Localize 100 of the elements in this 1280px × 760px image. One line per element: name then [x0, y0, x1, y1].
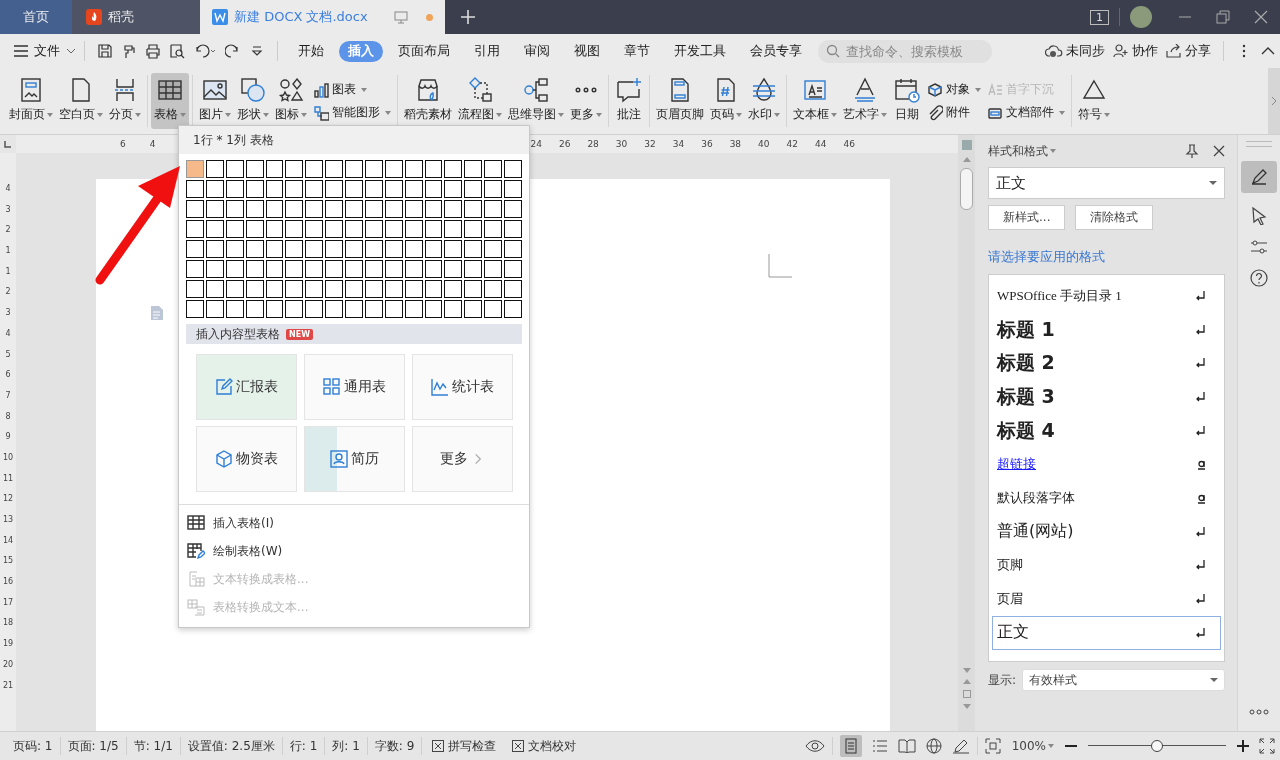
section-title: 插入内容型表格: [196, 325, 280, 343]
grid-size-label: 1行 * 1列 表格: [179, 126, 529, 154]
status-text: 行: 1: [288, 737, 319, 755]
document-tab[interactable]: 新建 DOCX 文档.docx: [200, 0, 445, 34]
ruler-number: 5: [5, 348, 11, 361]
ribbon-button[interactable]: 日期: [890, 73, 924, 129]
style-item[interactable]: 页脚: [992, 548, 1221, 583]
status-button[interactable]: 文档校对: [512, 737, 577, 755]
ribbon-button[interactable]: 水印: [745, 73, 783, 129]
ribbon-button[interactable]: 页眉页脚: [653, 73, 707, 129]
ruler-number: 8: [5, 410, 11, 423]
ruler-number: 4: [5, 327, 11, 340]
style-item[interactable]: WPSOffice 手动目录 1: [992, 279, 1221, 313]
ruler-number: 21: [2, 679, 14, 692]
ribbon-button[interactable]: 分页: [106, 73, 144, 129]
ruler-number: 19: [2, 638, 14, 651]
ribbon-button[interactable]: 文档部件: [987, 104, 1065, 121]
show-dropdown[interactable]: 有效样式: [1022, 669, 1225, 691]
style-item[interactable]: 超链接: [992, 447, 1221, 482]
status-text: 节: 1/1: [132, 737, 174, 755]
ruler-number: 28: [587, 139, 599, 149]
ribbon-button[interactable]: 页码: [707, 73, 745, 129]
document-tab[interactable]: 首页: [0, 0, 72, 34]
ruler-number: 9: [5, 431, 11, 444]
template-card[interactable]: 更多: [412, 426, 513, 492]
ribbon-tab[interactable]: 引用: [465, 40, 509, 62]
status-text: 页面: 1/5: [66, 737, 120, 755]
ruler-number: 24: [530, 139, 542, 149]
ribbon-button[interactable]: 空白页: [56, 73, 106, 129]
ribbon-button[interactable]: 符号: [1075, 73, 1113, 129]
ribbon-button[interactable]: 稻壳素材: [401, 73, 455, 129]
ribbon-tab[interactable]: 开始: [289, 40, 333, 62]
panel-button[interactable]: 清除格式: [1075, 205, 1154, 230]
ribbon-button[interactable]: 表格: [151, 73, 189, 129]
status-button[interactable]: 拼写检查: [432, 737, 497, 755]
ribbon-tab[interactable]: 开发工具: [665, 40, 735, 62]
style-item[interactable]: 标题 1: [992, 312, 1221, 347]
panel-title[interactable]: 样式和格式: [988, 142, 1056, 160]
file-menu-button[interactable]: 文件: [14, 42, 76, 60]
ruler-number: 14: [2, 534, 14, 547]
ribbon-tab[interactable]: 页面布局: [389, 40, 459, 62]
ruler-number: 11: [2, 472, 14, 485]
menu-item[interactable]: 插入表格(I): [179, 509, 529, 537]
ribbon-button[interactable]: 更多: [567, 73, 605, 129]
ruler-number: 13: [2, 514, 14, 526]
ruler-number: 3: [5, 307, 11, 320]
status-text: 页码: 1: [12, 737, 54, 755]
toolbar-button[interactable]: 未同步: [1045, 42, 1105, 60]
ribbon-button[interactable]: 附件: [927, 104, 981, 121]
ruler-number: 40: [758, 139, 770, 149]
template-card[interactable]: 汇报表: [196, 354, 297, 420]
ribbon-button[interactable]: 封面页: [6, 73, 56, 129]
style-item[interactable]: 正文: [992, 615, 1221, 650]
window-count-button[interactable]: 1: [1090, 9, 1109, 25]
search-field[interactable]: 查找命令、搜索模板: [818, 39, 992, 63]
style-item[interactable]: 标题 4: [992, 413, 1221, 448]
menu-item[interactable]: 绘制表格(W): [179, 537, 529, 565]
ribbon-button[interactable]: 艺术字: [840, 73, 890, 129]
toolbar-button[interactable]: 分享: [1166, 42, 1211, 60]
status-text: 字数: 9: [373, 737, 416, 755]
style-item[interactable]: 标题 3: [992, 380, 1221, 414]
ruler-number: 26: [558, 139, 571, 149]
ruler-number: 2: [5, 286, 11, 299]
ruler-number: 7: [5, 389, 11, 402]
ruler-number: 6: [120, 139, 126, 149]
style-item[interactable]: 标题 2: [992, 346, 1221, 381]
ribbon-button[interactable]: 对象: [927, 81, 981, 98]
zoom-dropdown[interactable]: 100%: [1011, 739, 1054, 753]
ribbon-button[interactable]: 图表: [313, 81, 391, 98]
ruler-number: 1: [5, 245, 11, 258]
ribbon-tab[interactable]: 章节: [615, 40, 659, 62]
toolbar-button[interactable]: 协作: [1113, 42, 1158, 60]
template-card[interactable]: 简历: [304, 426, 405, 492]
ruler-number: 3: [5, 203, 11, 216]
template-card[interactable]: 统计表: [412, 354, 513, 420]
ruler-number: 1: [5, 265, 11, 278]
ruler-number: 36: [701, 139, 713, 149]
style-item[interactable]: 页眉: [992, 582, 1221, 616]
style-item[interactable]: 默认段落字体: [992, 481, 1221, 515]
ruler-number: 20: [2, 658, 14, 671]
template-card[interactable]: 通用表: [304, 354, 405, 420]
ribbon-tab[interactable]: 审阅: [515, 40, 559, 62]
new-badge: NEW: [286, 328, 313, 340]
ribbon-button[interactable]: 智能图形: [313, 104, 391, 121]
ruler-number: 2: [5, 224, 11, 237]
style-dropdown[interactable]: 正文: [988, 167, 1225, 199]
ruler-number: 16: [2, 576, 14, 589]
template-card[interactable]: 物资表: [196, 426, 297, 492]
ribbon-button[interactable]: 文本框: [790, 73, 840, 129]
panel-button[interactable]: 新样式...: [988, 205, 1066, 230]
show-label: 显示:: [988, 671, 1017, 689]
ribbon-tab[interactable]: 会员专享: [741, 40, 811, 62]
ruler-number: 6: [5, 369, 11, 382]
document-tab[interactable]: 稻壳: [72, 0, 200, 34]
ribbon-button[interactable]: 批注: [612, 73, 646, 129]
ruler-number: 34: [672, 139, 685, 149]
style-item[interactable]: 普通(网站): [992, 514, 1221, 549]
ruler-number: 44: [815, 139, 827, 149]
ribbon-tab[interactable]: 视图: [565, 40, 609, 62]
ruler-number: 4: [149, 139, 156, 149]
